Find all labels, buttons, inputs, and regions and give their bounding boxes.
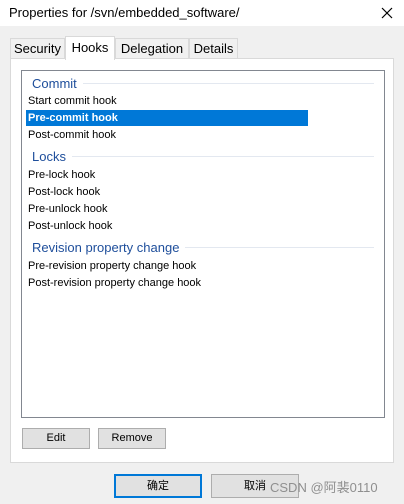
close-button[interactable] bbox=[370, 0, 404, 26]
tab-details[interactable]: Details bbox=[189, 38, 238, 59]
list-item-pre-commit-hook[interactable]: Pre-commit hook bbox=[26, 110, 308, 126]
group-header-divider bbox=[185, 246, 374, 248]
list-item-start-commit-hook[interactable]: Start commit hook bbox=[26, 93, 117, 109]
tab-security[interactable]: Security bbox=[10, 38, 65, 59]
list-item-pre-unlock-hook[interactable]: Pre-unlock hook bbox=[26, 201, 108, 217]
close-icon bbox=[381, 7, 393, 19]
group-header-locks: Locks bbox=[32, 147, 374, 165]
watermark: CSDN @阿裴0110 bbox=[270, 480, 378, 495]
tab-strip: Security Hooks Delegation Details bbox=[10, 36, 394, 60]
group-header-revision-property-change: Revision property change bbox=[32, 238, 374, 256]
ok-button[interactable]: 确定 bbox=[114, 474, 202, 498]
list-item-pre-revision-property-change-hook[interactable]: Pre-revision property change hook bbox=[26, 258, 196, 274]
group-header-label: Revision property change bbox=[32, 239, 180, 255]
remove-button[interactable]: Remove bbox=[98, 428, 166, 449]
group-header-label: Locks bbox=[32, 148, 66, 164]
group-header-divider bbox=[71, 155, 374, 157]
list-item-post-lock-hook[interactable]: Post-lock hook bbox=[26, 184, 100, 200]
tab-delegation[interactable]: Delegation bbox=[115, 38, 189, 59]
properties-dialog: Properties for /svn/embedded_software/ S… bbox=[0, 0, 404, 504]
list-item-post-unlock-hook[interactable]: Post-unlock hook bbox=[26, 218, 112, 234]
group-header-commit: Commit bbox=[32, 74, 374, 92]
title-bar: Properties for /svn/embedded_software/ bbox=[0, 0, 404, 26]
window-title: Properties for /svn/embedded_software/ bbox=[9, 5, 240, 20]
list-item-pre-lock-hook[interactable]: Pre-lock hook bbox=[26, 167, 95, 183]
group-header-label: Commit bbox=[32, 75, 77, 91]
edit-button[interactable]: Edit bbox=[22, 428, 90, 449]
tab-hooks[interactable]: Hooks bbox=[65, 36, 115, 60]
list-item-post-commit-hook[interactable]: Post-commit hook bbox=[26, 127, 116, 143]
list-item-post-revision-property-change-hook[interactable]: Post-revision property change hook bbox=[26, 275, 201, 291]
hooks-list[interactable]: Commit Start commit hook Pre-commit hook… bbox=[21, 70, 385, 418]
group-header-divider bbox=[82, 82, 374, 84]
